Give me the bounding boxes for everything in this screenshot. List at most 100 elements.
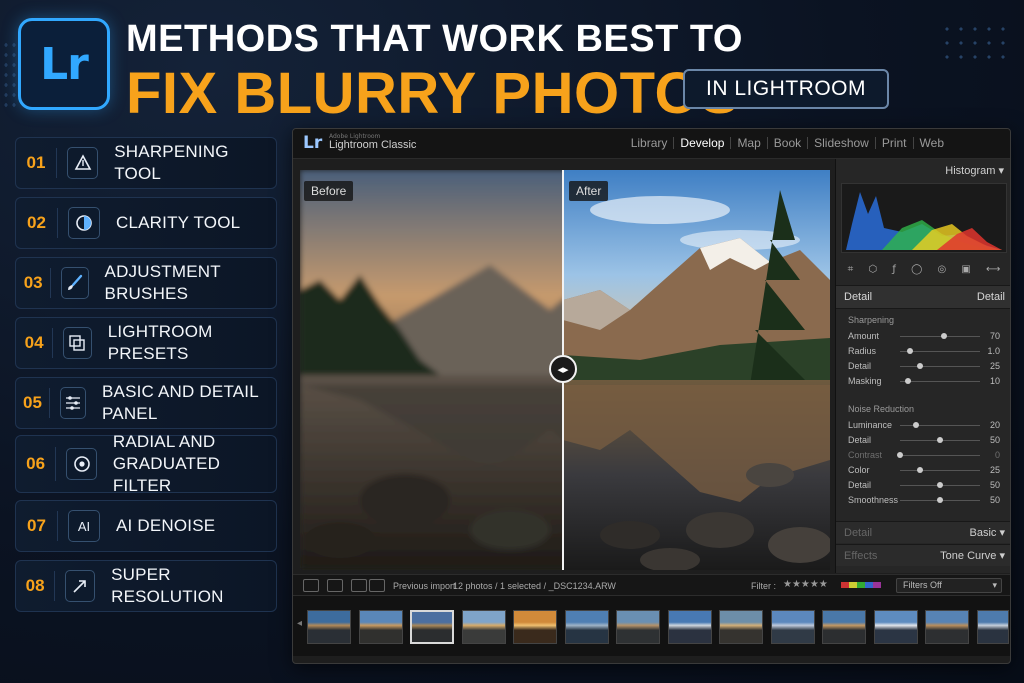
module-slideshow[interactable]: Slideshow (807, 137, 875, 149)
collapsed-panel-tone-curve[interactable]: Effects Tone Curve ▾ (836, 544, 1010, 566)
collapsed-panel-basic[interactable]: Detail Basic ▾ (836, 521, 1010, 543)
before-after-preview[interactable]: Before After ◂▸ (300, 170, 830, 570)
filmstrip-thumbnail[interactable] (513, 610, 557, 644)
slider-track[interactable] (900, 455, 980, 456)
masking-icon[interactable]: ◯ (911, 264, 922, 275)
slider-knob[interactable] (906, 348, 913, 354)
module-print[interactable]: Print (874, 137, 913, 149)
slider-radius[interactable]: Radius 1.0 (848, 345, 1006, 359)
crop-tool-icon[interactable]: ⌗ (848, 264, 854, 275)
filmstrip-thumbnail[interactable] (410, 610, 454, 644)
star-filter[interactable]: ★★★★★ (783, 579, 828, 590)
develop-panel: Histogram ▾ ⌗ ⬡ ƒ ◯ ◎ ▣ ⟷ Detail Detail … (835, 159, 1010, 573)
slider-luminance[interactable]: Luminance 20 (848, 419, 1006, 433)
slider-detail[interactable]: Detail 25 (848, 360, 1006, 374)
slider-track[interactable] (900, 425, 980, 426)
method-number: 07 (16, 511, 58, 541)
slider-knob[interactable] (917, 363, 923, 369)
filmstrip-thumbnail[interactable] (925, 610, 969, 644)
forward-arrow-icon[interactable] (369, 579, 385, 592)
method-item-04[interactable]: 04 LIGHTROOM PRESETS (15, 317, 277, 369)
radial-icon[interactable]: ◎ (937, 264, 946, 275)
redeye-icon[interactable]: ƒ (892, 264, 896, 275)
radial-filter-icon (66, 448, 97, 480)
method-label: AI DENOISE (116, 516, 216, 535)
slider-label: Radius (848, 346, 877, 356)
grid-view-icon[interactable] (303, 579, 319, 592)
filmstrip: ◂ (293, 596, 1010, 656)
slider-track[interactable] (900, 381, 980, 382)
chevron-down-icon: ▾ (992, 580, 997, 590)
graduated-icon[interactable]: ▣ (961, 264, 970, 275)
filmstrip-thumbnail[interactable] (822, 610, 866, 644)
filmstrip-thumbnail[interactable] (616, 610, 660, 644)
method-item-01[interactable]: 01 SHARPENING TOOL (15, 137, 277, 189)
method-item-06[interactable]: 06 RADIAL AND GRADUATED FILTER (15, 432, 277, 495)
slider-knob[interactable] (917, 467, 923, 473)
title-line-1: METHODS THAT WORK BEST TO (126, 18, 743, 60)
slider-tool-icon[interactable]: ⟷ (986, 264, 1000, 275)
filmstrip-thumbnail[interactable] (307, 610, 351, 644)
filters-value: Filters Off (903, 580, 942, 590)
detail-panel-header[interactable]: Detail Detail (836, 285, 1010, 309)
sliders-icon (59, 387, 87, 419)
method-item-08[interactable]: 08 SUPER RESOLUTION (15, 560, 277, 612)
method-label: ADJUSTMENT BRUSHES (104, 262, 221, 303)
filmstrip-thumbnail[interactable] (873, 610, 918, 644)
filmstrip-thumbnail[interactable] (976, 610, 1009, 644)
slider-knob[interactable] (941, 333, 947, 339)
compare-handle-icon[interactable]: ◂▸ (549, 355, 577, 383)
method-item-07[interactable]: 07 AI AI DENOISE (15, 500, 277, 552)
slider-knob[interactable] (937, 497, 943, 503)
brush-icon (61, 267, 89, 299)
module-book[interactable]: Book (766, 137, 807, 149)
filmstrip-thumbnail[interactable] (667, 610, 712, 644)
slider-label: Color (848, 465, 870, 475)
slider-smoothness[interactable]: Smoothness 50 (848, 494, 1006, 508)
back-arrow-icon[interactable] (351, 579, 367, 592)
slider-track[interactable] (900, 470, 980, 471)
slider-detail[interactable]: Detail 50 (848, 479, 1006, 493)
module-map[interactable]: Map (730, 137, 766, 149)
filmstrip-thumbnail[interactable] (358, 610, 403, 644)
module-develop[interactable]: Develop (673, 137, 730, 149)
method-label: LIGHTROOM PRESETS (107, 322, 213, 363)
filmstrip-thumbnail[interactable] (770, 610, 815, 644)
slider-track[interactable] (900, 366, 980, 367)
slider-knob[interactable] (897, 452, 903, 458)
method-item-03[interactable]: 03 ADJUSTMENT BRUSHES (15, 257, 277, 309)
slider-detail[interactable]: Detail 50 (848, 434, 1006, 448)
method-label: RADIAL AND GRADUATED FILTER (113, 431, 276, 497)
slider-amount[interactable]: Amount 70 (848, 330, 1006, 344)
slider-color[interactable]: Color 25 (848, 464, 1006, 478)
slider-knob[interactable] (905, 378, 911, 384)
collapsed-left-label: Detail (844, 526, 873, 539)
decor-dots-left (2, 40, 18, 110)
filmstrip-thumbnail[interactable] (564, 610, 609, 644)
method-label: CLARITY TOOL (116, 213, 241, 232)
slider-knob[interactable] (937, 437, 943, 443)
slider-knob[interactable] (937, 482, 943, 488)
film-left-arrow-icon[interactable]: ◂ (297, 618, 302, 629)
method-item-05[interactable]: 05 BASIC AND DETAIL PANEL (15, 377, 277, 429)
filters-dropdown[interactable]: Filters Off ▾ (896, 578, 1002, 593)
method-label: BASIC AND DETAIL PANEL (102, 382, 259, 423)
filmstrip-source[interactable]: Previous import (393, 581, 456, 591)
module-library[interactable]: Library (625, 137, 674, 149)
lightroom-window: Lr Adobe Lightroom Lightroom Classic Lib… (292, 128, 1011, 664)
filmstrip-thumbnail[interactable] (461, 610, 506, 644)
second-window-icon[interactable] (327, 579, 343, 592)
spot-removal-icon[interactable]: ⬡ (868, 264, 877, 275)
slider-value: 50 (989, 495, 1000, 505)
module-web[interactable]: Web (912, 137, 950, 149)
histogram-header[interactable]: Histogram ▾ (836, 159, 1010, 181)
slider-masking[interactable]: Masking 10 (848, 375, 1006, 389)
slider-value: 70 (989, 331, 1000, 341)
color-label-filter[interactable] (841, 582, 881, 588)
slider-contrast[interactable]: Contrast 0 (848, 449, 1006, 463)
filmstrip-thumbnail[interactable] (719, 610, 763, 644)
slider-knob[interactable] (913, 422, 919, 428)
slider-label: Detail (848, 361, 872, 371)
method-item-02[interactable]: 02 CLARITY TOOL (15, 197, 277, 249)
slider-track[interactable] (900, 336, 980, 337)
